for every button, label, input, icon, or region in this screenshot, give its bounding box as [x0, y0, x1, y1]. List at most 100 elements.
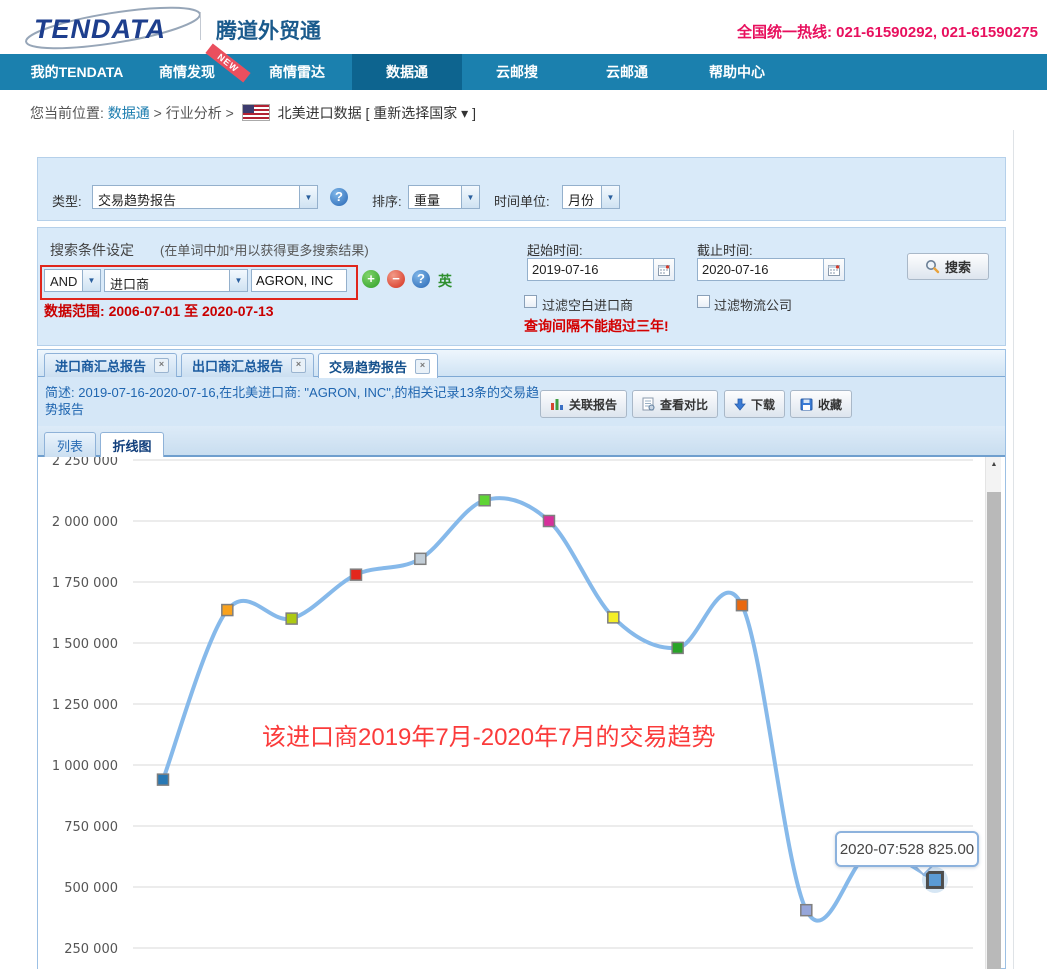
- data-range-value: 2006-07-01 至 2020-07-13: [109, 303, 274, 319]
- filter-blank-importer-checkbox[interactable]: [524, 295, 537, 308]
- logo[interactable]: TENDATA: [34, 14, 166, 45]
- bar-chart-icon: [550, 397, 564, 411]
- tab-label: 列表: [57, 436, 83, 455]
- breadcrumb-separator2: >: [226, 105, 234, 121]
- search-button[interactable]: 搜索: [907, 253, 989, 280]
- end-date-field[interactable]: [697, 258, 845, 281]
- us-flag-icon: [242, 104, 270, 121]
- field-select[interactable]: 进口商 ▼: [104, 269, 248, 292]
- chevron-down-icon[interactable]: ▼: [601, 186, 619, 208]
- tab-label: 出口商汇总报告: [192, 356, 283, 375]
- download-button[interactable]: 下载: [724, 390, 785, 418]
- start-date-input[interactable]: [528, 259, 653, 280]
- page: TENDATA 腾道外贸通 全国统一热线: 021-61590292, 021-…: [0, 0, 1047, 969]
- tab-trade-trend[interactable]: 交易趋势报告 ×: [318, 353, 438, 378]
- nav-item-cloud-mail[interactable]: 云邮通: [572, 54, 682, 90]
- nav-item-radar[interactable]: 商情雷达: [242, 54, 352, 90]
- breadcrumb-link-industry[interactable]: 行业分析: [166, 105, 222, 121]
- tab-label: 折线图: [112, 436, 151, 455]
- search-settings-title: 搜索条件设定: [50, 240, 134, 260]
- download-label: 下载: [751, 396, 775, 413]
- search-settings-hint: (在单词中加*用以获得更多搜索结果): [160, 240, 369, 259]
- view-compare-label: 查看对比: [660, 396, 708, 413]
- sort-select-value: 重量: [409, 186, 461, 208]
- filter-logistics-label: 过滤物流公司: [714, 295, 792, 314]
- nav-item-datatong[interactable]: 数据通: [352, 54, 462, 90]
- related-report-label: 关联报告: [569, 396, 617, 413]
- field-select-value: 进口商: [105, 270, 229, 291]
- help-icon[interactable]: ?: [330, 188, 348, 206]
- hotline: 全国统一热线: 021-61590292, 021-61590275: [737, 21, 1038, 42]
- close-icon[interactable]: ×: [154, 358, 169, 373]
- logo-separator: [200, 12, 201, 40]
- related-report-button[interactable]: 关联报告: [540, 390, 627, 418]
- sort-select[interactable]: 重量 ▼: [408, 185, 480, 209]
- breadcrumb-current-page: 北美进口数据: [278, 105, 362, 121]
- start-date-field[interactable]: [527, 258, 675, 281]
- breadcrumb-prefix: 您当前位置:: [30, 105, 104, 121]
- svg-text:750 000: 750 000: [64, 820, 118, 835]
- time-unit-select[interactable]: 月份 ▼: [562, 185, 620, 209]
- nav-item-help-center[interactable]: 帮助中心: [682, 54, 792, 90]
- svg-text:500 000: 500 000: [64, 881, 118, 896]
- scroll-up-icon[interactable]: ▲: [986, 457, 1002, 473]
- help-icon[interactable]: ?: [412, 270, 430, 288]
- nav-item-my-tendata[interactable]: 我的TENDATA: [22, 54, 132, 90]
- end-date-input[interactable]: [698, 259, 823, 280]
- remove-condition-icon[interactable]: −: [387, 270, 405, 288]
- tab-list-view[interactable]: 列表: [44, 432, 96, 457]
- svg-text:2 250 000: 2 250 000: [52, 457, 118, 469]
- nav-item-cloud-mail-search[interactable]: 云邮搜: [462, 54, 572, 90]
- svg-text:1 500 000: 1 500 000: [52, 637, 118, 652]
- svg-text:2 000 000: 2 000 000: [52, 515, 118, 530]
- add-condition-icon[interactable]: +: [362, 270, 380, 288]
- breadcrumb: 您当前位置: 数据通 > 行业分析 > 北美进口数据 [ 重新选择国家 ▾ ]: [30, 103, 476, 123]
- chevron-down-icon[interactable]: ▼: [461, 186, 479, 208]
- time-unit-select-value: 月份: [563, 186, 601, 208]
- outer-border-line: [1013, 130, 1014, 969]
- trend-chart-svg: 2 250 0002 000 0001 750 0001 500 0001 25…: [38, 457, 985, 969]
- chart-area: 2 250 0002 000 0001 750 0001 500 0001 25…: [38, 457, 985, 969]
- chevron-down-icon[interactable]: ▼: [229, 270, 247, 291]
- reselect-country-dropdown[interactable]: [ 重新选择国家 ▾ ]: [366, 105, 476, 121]
- operator-select[interactable]: AND ▼: [44, 269, 101, 292]
- summary-label: 简述:: [45, 385, 75, 400]
- search-button-label: 搜索: [945, 257, 971, 276]
- time-unit-label: 时间单位:: [494, 191, 550, 210]
- tab-exporter-summary[interactable]: 出口商汇总报告 ×: [181, 353, 314, 377]
- calendar-icon[interactable]: [823, 259, 844, 280]
- svg-text:1 250 000: 1 250 000: [52, 698, 118, 713]
- brand-title: 腾道外贸通: [216, 15, 321, 45]
- chart-vertical-scrollbar[interactable]: ▲: [985, 457, 1001, 969]
- type-select[interactable]: 交易趋势报告 ▼: [92, 185, 318, 209]
- view-tabstrip: [38, 426, 1005, 457]
- close-icon[interactable]: ×: [291, 358, 306, 373]
- keyword-input[interactable]: [251, 269, 347, 292]
- summary-text: 简述: 2019-07-16-2020-07-16,在北美进口商: "AGRON…: [45, 384, 550, 418]
- sort-label: 排序:: [372, 191, 402, 210]
- svg-text:1 000 000: 1 000 000: [52, 759, 118, 774]
- download-arrow-icon: [734, 398, 746, 411]
- view-compare-button[interactable]: 查看对比: [632, 390, 718, 418]
- breadcrumb-link-datatong[interactable]: 数据通: [108, 105, 150, 121]
- filter-blank-importer-label: 过滤空白进口商: [542, 295, 633, 314]
- start-date-label: 起始时间:: [527, 240, 583, 259]
- tab-label: 交易趋势报告: [329, 357, 407, 376]
- language-toggle[interactable]: 英: [438, 271, 452, 291]
- summary-description: 2019-07-16-2020-07-16,在北美进口商: "AGRON, IN…: [45, 385, 539, 417]
- data-range-label: 数据范围:: [44, 303, 105, 319]
- chart-tooltip: 2020-07:528 825.00: [835, 831, 979, 867]
- close-icon[interactable]: ×: [415, 359, 430, 374]
- chevron-down-icon[interactable]: ▼: [299, 186, 317, 208]
- tab-importer-summary[interactable]: 进口商汇总报告 ×: [44, 353, 177, 377]
- tab-line-chart-view[interactable]: 折线图: [100, 432, 164, 457]
- search-icon: [925, 259, 940, 274]
- type-select-value: 交易趋势报告: [93, 186, 299, 208]
- scrollbar-thumb[interactable]: [987, 492, 1001, 969]
- filter-logistics-checkbox[interactable]: [697, 295, 710, 308]
- favorite-label: 收藏: [818, 396, 842, 413]
- end-date-label: 截止时间:: [697, 240, 753, 259]
- chevron-down-icon[interactable]: ▼: [82, 270, 100, 291]
- calendar-icon[interactable]: [653, 259, 674, 280]
- favorite-button[interactable]: 收藏: [790, 390, 852, 418]
